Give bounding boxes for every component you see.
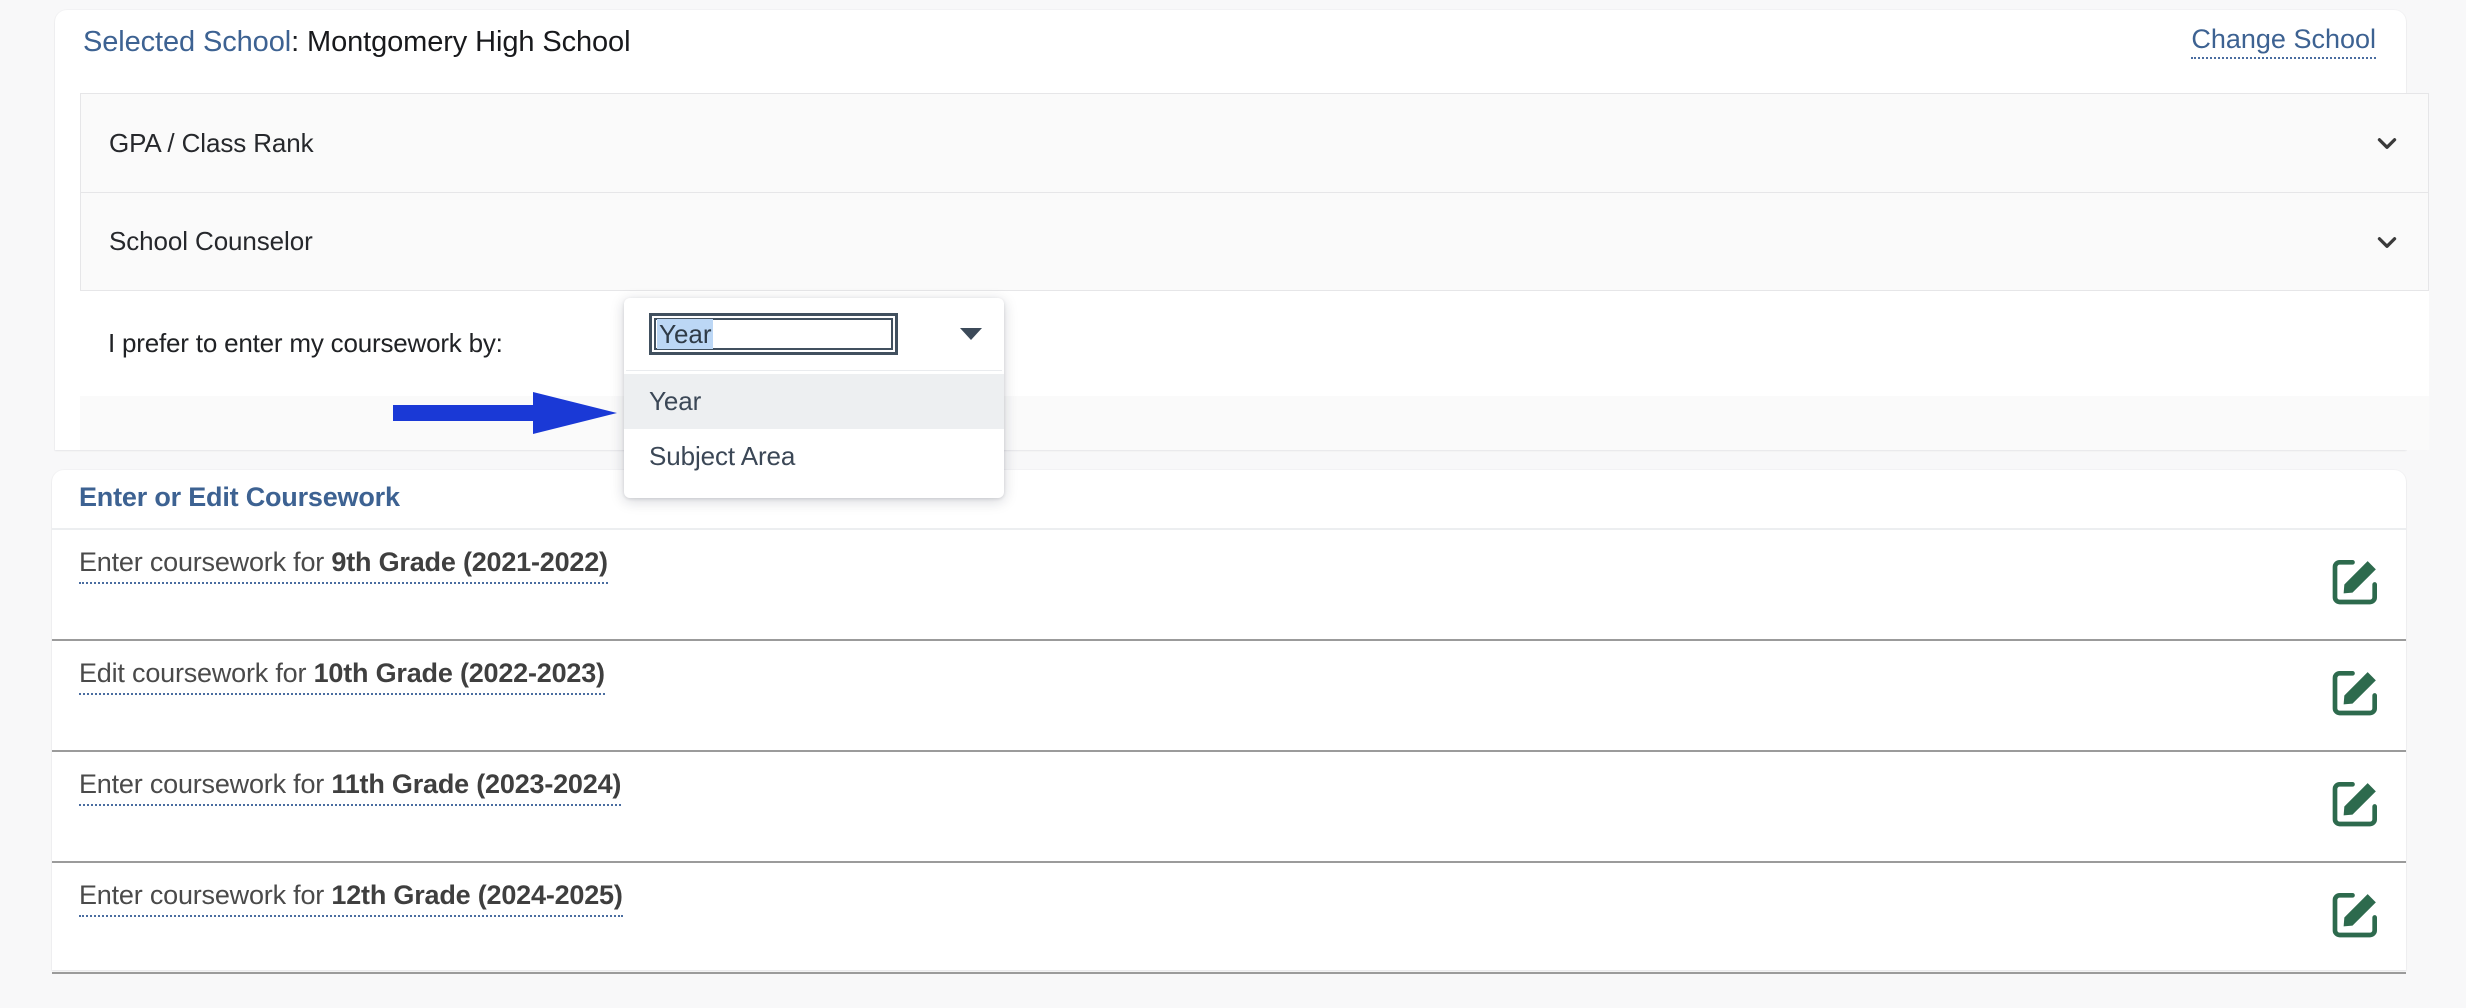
coursework-link-action: Enter coursework for: [79, 547, 331, 577]
coursework-row: Enter coursework for 11th Grade (2023-20…: [52, 752, 2406, 863]
coursework-row: Edit coursework for 10th Grade (2022-202…: [52, 641, 2406, 752]
dropdown-option-subject-area[interactable]: Subject Area: [624, 429, 1004, 484]
school-name: Montgomery High School: [307, 26, 630, 58]
coursework-link-action: Enter coursework for: [79, 769, 331, 799]
coursework-link-9th-grade[interactable]: Enter coursework for 9th Grade (2021-202…: [79, 546, 608, 584]
coursework-link-action: Edit coursework for: [79, 658, 314, 688]
accordion-item-label: School Counselor: [109, 226, 313, 257]
edit-pencil-square-icon[interactable]: [2328, 775, 2384, 831]
edit-pencil-square-icon[interactable]: [2328, 553, 2384, 609]
panel-spacer-band: [80, 396, 2429, 450]
title-colon: :: [291, 26, 299, 58]
coursework-card: Enter or Edit Coursework Enter coursewor…: [52, 470, 2406, 970]
coursework-link-grade: 12th Grade (2024-2025): [331, 880, 622, 910]
caret-down-icon[interactable]: [960, 328, 982, 340]
dropdown-option-list: Year Subject Area: [624, 371, 1004, 498]
coursework-row: Enter coursework for 9th Grade (2021-202…: [52, 530, 2406, 641]
coursework-row: Enter coursework for 12th Grade (2024-20…: [52, 863, 2406, 974]
combobox-area: Year: [624, 298, 1004, 370]
coursework-preference-row: I prefer to enter my coursework by:: [80, 291, 2429, 396]
accordion-item-label: GPA / Class Rank: [109, 128, 314, 159]
coursework-link-12th-grade[interactable]: Enter coursework for 12th Grade (2024-20…: [79, 879, 623, 917]
coursework-preference-combobox[interactable]: Year: [649, 313, 898, 355]
accordion-item-school-counselor[interactable]: School Counselor: [80, 192, 2429, 291]
coursework-link-grade: 9th Grade (2021-2022): [331, 547, 607, 577]
coursework-link-10th-grade[interactable]: Edit coursework for 10th Grade (2022-202…: [79, 657, 605, 695]
chevron-down-icon[interactable]: [2374, 130, 2400, 156]
coursework-link-grade: 10th Grade (2022-2023): [314, 658, 605, 688]
coursework-preference-dropdown[interactable]: Year Year Subject Area: [624, 298, 1004, 498]
coursework-link-grade: 11th Grade (2023-2024): [331, 769, 621, 799]
coursework-link-11th-grade[interactable]: Enter coursework for 11th Grade (2023-20…: [79, 768, 621, 806]
coursework-preference-label: I prefer to enter my coursework by:: [108, 328, 503, 359]
selected-school-label: Selected School: [83, 26, 291, 58]
change-school-link[interactable]: Change School: [2191, 24, 2376, 59]
coursework-title: Enter or Edit Coursework: [79, 482, 400, 513]
edit-pencil-square-icon[interactable]: [2328, 664, 2384, 720]
coursework-link-action: Enter coursework for: [79, 880, 331, 910]
school-info-accordion: GPA / Class Rank School Counselor: [80, 93, 2429, 291]
school-header: Selected School: Montgomery High School …: [55, 10, 2406, 92]
accordion-item-gpa-class-rank[interactable]: GPA / Class Rank: [80, 93, 2429, 192]
combobox-inner: Year: [654, 318, 893, 350]
coursework-header: Enter or Edit Coursework: [52, 470, 2406, 530]
coursework-row-list: Enter coursework for 9th Grade (2021-202…: [52, 530, 2406, 974]
combobox-selected-value: Year: [657, 319, 713, 349]
chevron-down-icon[interactable]: [2374, 229, 2400, 255]
dropdown-option-year[interactable]: Year: [624, 374, 1004, 429]
selected-school-card: Selected School: Montgomery High School …: [55, 10, 2406, 450]
page-title: Selected School: Montgomery High School: [83, 26, 630, 59]
edit-pencil-square-icon[interactable]: [2328, 886, 2384, 942]
